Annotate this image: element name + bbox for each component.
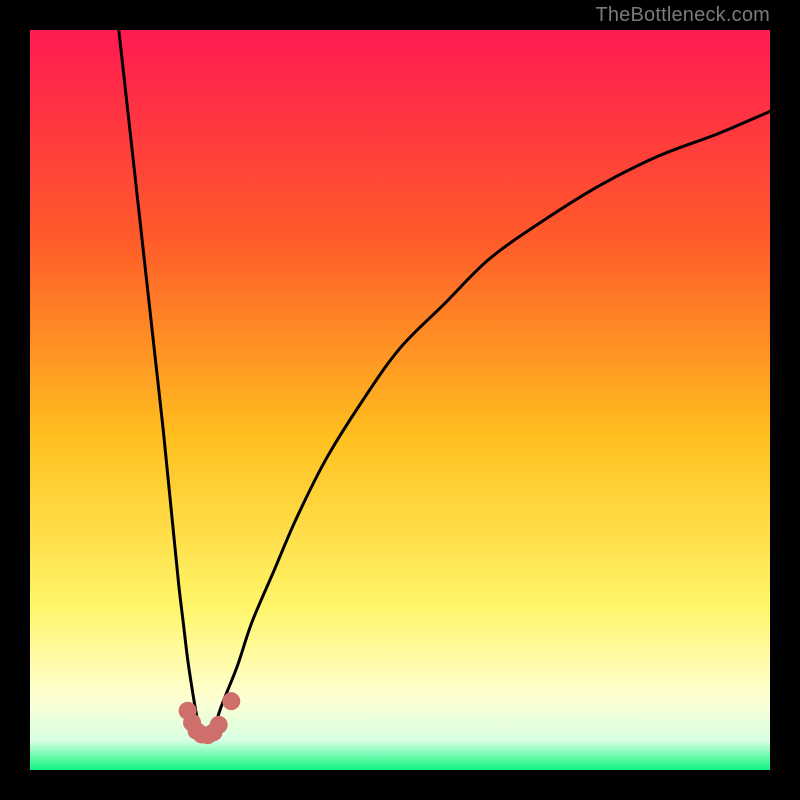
plot-area (30, 30, 770, 770)
marker-point-6 (210, 716, 228, 734)
watermark-text: TheBottleneck.com (595, 4, 770, 27)
background-gradient (30, 30, 770, 770)
marker-point-7 (222, 692, 240, 710)
chart-frame: TheBottleneck.com (0, 0, 800, 800)
gradient-rect (30, 30, 770, 770)
